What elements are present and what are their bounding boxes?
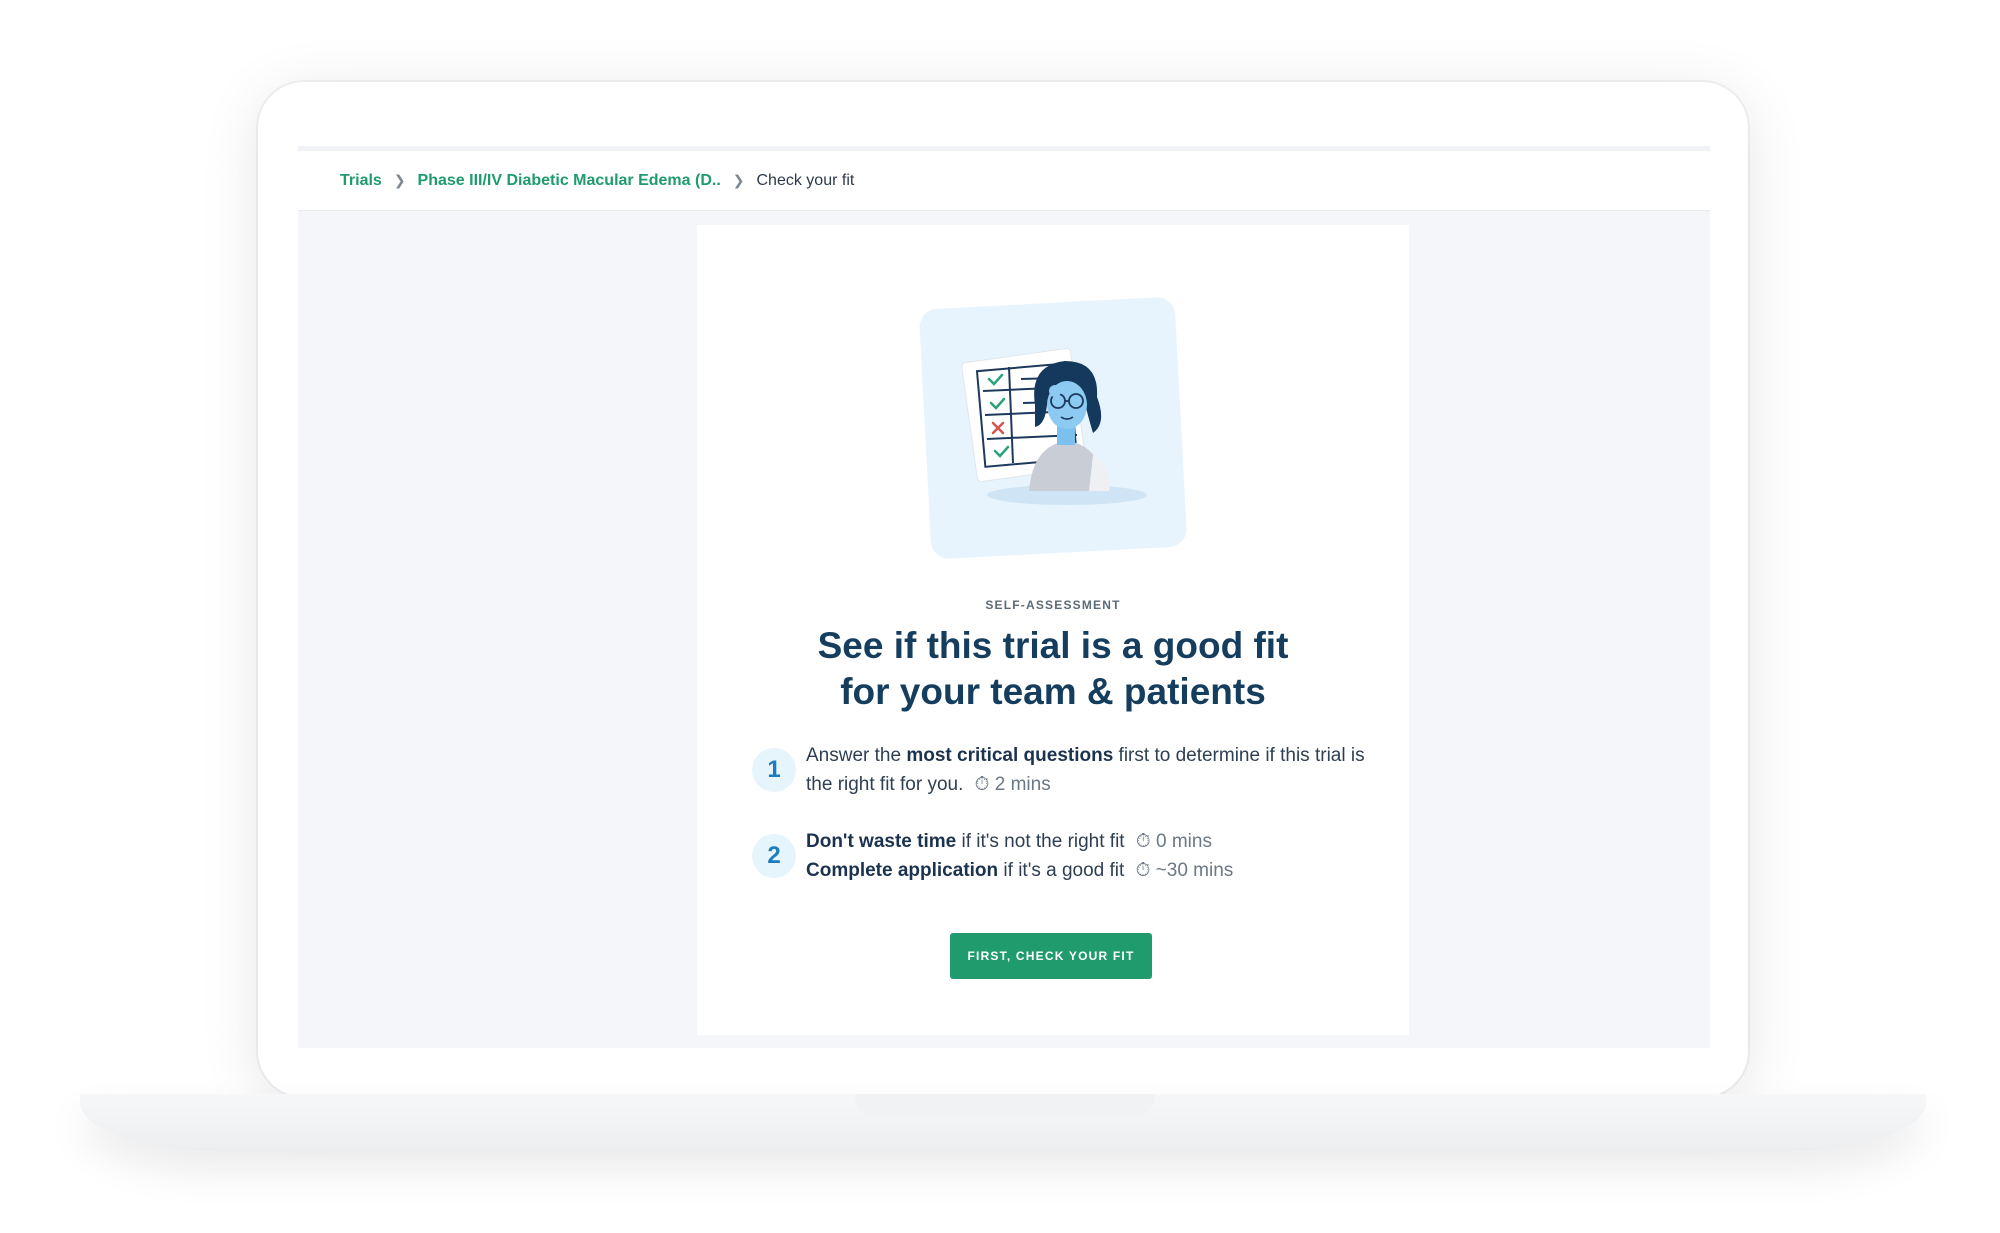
chevron-right-icon: ❯ <box>732 172 745 188</box>
page-title: See if this trial is a good fit for your… <box>697 623 1409 715</box>
chevron-right-icon: ❯ <box>393 172 406 188</box>
step-2-line-1-time: 0 mins <box>1155 831 1212 852</box>
step-2: 2 Don't waste time if it's not the right… <box>752 827 1372 885</box>
stopwatch-icon: ⏱︎ <box>974 774 990 795</box>
title-line-1: See if this trial is a good fit <box>817 625 1289 666</box>
step-2-line-1: Don't waste time if it's not the right f… <box>806 827 1233 856</box>
stopwatch-icon: ⏱︎ <box>1135 831 1151 852</box>
step-1-pre: Answer the <box>806 745 907 766</box>
breadcrumb-current: Check your fit <box>756 171 855 189</box>
step-2-line-2-text: if it's a good fit <box>998 860 1125 881</box>
step-2-line-1-bold: Don't waste time <box>806 831 957 852</box>
step-2-text: Don't waste time if it's not the right f… <box>806 827 1233 885</box>
breadcrumb: Trials ❯ Phase III/IV Diabetic Macular E… <box>298 151 1710 211</box>
laptop-mockup: Trials ❯ Phase III/IV Diabetic Macular E… <box>0 0 2000 1233</box>
breadcrumb-trial-link[interactable]: Phase III/IV Diabetic Macular Edema (D.. <box>418 172 721 190</box>
laptop-notch <box>855 1094 1155 1118</box>
laptop-screen: Trials ❯ Phase III/IV Diabetic Macular E… <box>298 146 1710 1048</box>
step-1-text: Answer the most critical questions first… <box>806 741 1372 799</box>
step-2-line-1-duration: ⏱︎ 0 mins <box>1136 831 1212 852</box>
step-1-time: 2 mins <box>994 774 1051 795</box>
self-assessment-card: SELF-ASSESSMENT See if this trial is a g… <box>697 225 1409 1035</box>
step-2-line-2-bold: Complete application <box>806 860 999 881</box>
step-1: 1 Answer the most critical questions fir… <box>752 741 1372 799</box>
section-eyebrow: SELF-ASSESSMENT <box>985 598 1121 612</box>
title-line-2: for your team & patients <box>840 671 1266 712</box>
breadcrumb-trials-link[interactable]: Trials <box>340 172 382 190</box>
step-number-badge: 2 <box>752 834 796 878</box>
step-1-bold: most critical questions <box>906 745 1114 766</box>
step-1-duration: ⏱︎ 2 mins <box>975 774 1051 795</box>
step-2-line-1-text: if it's not the right fit <box>956 831 1125 852</box>
stopwatch-icon: ⏱︎ <box>1135 860 1151 881</box>
check-your-fit-button[interactable]: FIRST, CHECK YOUR FIT <box>950 933 1152 979</box>
checklist-illustration <box>919 297 1187 559</box>
step-2-line-2-time: ~30 mins <box>1155 860 1234 881</box>
step-number-badge: 1 <box>752 748 796 792</box>
step-2-line-2: Complete application if it's a good fit … <box>806 856 1233 885</box>
step-2-line-2-duration: ⏱︎ ~30 mins <box>1136 860 1234 881</box>
